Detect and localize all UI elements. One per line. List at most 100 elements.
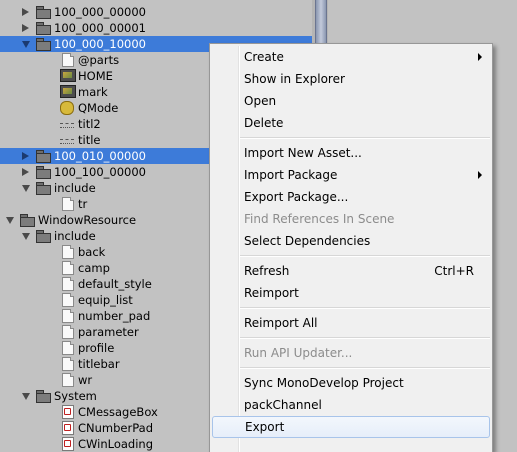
expand-arrow-icon[interactable] xyxy=(22,41,30,48)
file-icon xyxy=(62,261,74,275)
menu-item-export-package[interactable]: Export Package... xyxy=(212,186,490,208)
menu-item-label: Delete xyxy=(244,116,284,130)
folder-icon xyxy=(36,165,51,179)
script-icon xyxy=(62,437,74,451)
tree-item-label: include xyxy=(54,181,96,195)
tree-item-label: HOME xyxy=(78,69,113,83)
tree-item[interactable]: 100_000_00000 xyxy=(0,4,312,20)
tree-item[interactable]: 100_000_00001 xyxy=(0,20,312,36)
script-icon xyxy=(62,421,74,435)
tree-item-label: WindowResource xyxy=(38,213,137,227)
folder-icon xyxy=(36,37,51,51)
tree-item-label: camp xyxy=(78,261,110,275)
tree-item-label: back xyxy=(78,245,106,259)
menu-item-label: Reimport All xyxy=(244,316,318,330)
tree-item-label: titlebar xyxy=(78,357,120,371)
menu-separator xyxy=(240,337,490,339)
tree-item-label: 100_000_00001 xyxy=(54,21,146,35)
file-icon xyxy=(62,197,74,211)
menu-item-reimport-all[interactable]: Reimport All xyxy=(212,312,490,334)
menu-separator xyxy=(240,137,490,139)
collapse-arrow-icon[interactable] xyxy=(22,152,29,160)
tree-item-label: 100_000_00000 xyxy=(54,5,146,19)
tree-item-label: mark xyxy=(78,85,108,99)
menu-item-delete[interactable]: Delete xyxy=(212,112,490,134)
collapse-arrow-icon[interactable] xyxy=(22,8,29,16)
tree-item-label: 100_010_00000 xyxy=(54,149,146,163)
folder-icon xyxy=(36,21,51,35)
image-icon xyxy=(60,85,76,98)
menu-item-show-in-explorer[interactable]: Show in Explorer xyxy=(212,68,490,90)
tree-item-label: number_pad xyxy=(78,309,151,323)
tree-item-label: @parts xyxy=(78,53,120,67)
file-icon xyxy=(62,357,74,371)
tree-item-label: titl2 xyxy=(78,117,101,131)
file-icon xyxy=(62,341,74,355)
menu-item-run-api-updater: Run API Updater... xyxy=(212,342,490,364)
tree-item-label: title xyxy=(78,133,101,147)
tree-item-label: parameter xyxy=(78,325,139,339)
tree-item-label: tr xyxy=(78,197,88,211)
folder-icon xyxy=(36,181,51,195)
menu-item-label: packChannel xyxy=(244,398,322,412)
tree-item-label: 100_100_00000 xyxy=(54,165,146,179)
collapse-arrow-icon[interactable] xyxy=(22,24,29,32)
menu-item-import-package[interactable]: Import Package xyxy=(212,164,490,186)
expand-arrow-icon[interactable] xyxy=(22,185,30,192)
tree-item-label: 100_000_10000 xyxy=(54,37,146,51)
menu-item-label: Sync MonoDevelop Project xyxy=(244,376,404,390)
menu-item-sync-monodevelop[interactable]: Sync MonoDevelop Project xyxy=(212,372,490,394)
menu-item-label: Run API Updater... xyxy=(244,346,353,360)
tree-item-label: QMode xyxy=(78,101,119,115)
menu-item-label: Reimport xyxy=(244,286,299,300)
expand-arrow-icon[interactable] xyxy=(22,233,30,240)
script-icon xyxy=(62,405,74,419)
tree-item-label: CMessageBox xyxy=(78,405,158,419)
tree-item-label: equip_list xyxy=(78,293,133,307)
menu-item-create[interactable]: Create xyxy=(212,46,490,68)
menu-item-label: Import New Asset... xyxy=(244,146,362,160)
folder-icon xyxy=(20,213,35,227)
folder-icon xyxy=(36,229,51,243)
file-icon xyxy=(62,245,74,259)
menu-item-import-new-asset[interactable]: Import New Asset... xyxy=(212,142,490,164)
menu-item-label: Open xyxy=(244,94,277,108)
tree-item-label: CWinLoading xyxy=(78,437,154,451)
menu-item-label: Export xyxy=(245,420,285,434)
tree-item-label: profile xyxy=(78,341,115,355)
tree-item-label: default_style xyxy=(78,277,152,291)
file-icon xyxy=(62,277,74,291)
menu-item-find-references: Find References In Scene xyxy=(212,208,490,230)
expand-arrow-icon[interactable] xyxy=(6,217,14,224)
submenu-arrow-icon xyxy=(478,171,482,179)
submenu-arrow-icon xyxy=(478,53,482,61)
menu-item-select-dependencies[interactable]: Select Dependencies xyxy=(212,230,490,252)
folder-icon xyxy=(36,5,51,19)
tree-item-label: CNumberPad xyxy=(78,421,153,435)
menu-item-reimport[interactable]: Reimport xyxy=(212,282,490,304)
coin-icon xyxy=(60,101,74,115)
menu-item-refresh[interactable]: Refresh Ctrl+R xyxy=(212,260,490,282)
tree-item-label: System xyxy=(54,389,97,403)
menu-item-export[interactable]: Export xyxy=(212,416,490,438)
collapse-arrow-icon[interactable] xyxy=(22,168,29,176)
menu-item-open[interactable]: Open xyxy=(212,90,490,112)
menu-item-label: Find References In Scene xyxy=(244,212,395,226)
line-icon xyxy=(60,123,74,128)
file-icon xyxy=(62,309,74,323)
menu-separator xyxy=(240,307,490,309)
file-icon xyxy=(62,325,74,339)
menu-item-label: Select Dependencies xyxy=(244,234,371,248)
tree-item-label: wr xyxy=(78,373,93,387)
line-icon xyxy=(60,139,74,144)
menu-separator xyxy=(240,255,490,257)
expand-arrow-icon[interactable] xyxy=(22,393,30,400)
menu-item-packchannel[interactable]: packChannel xyxy=(212,394,490,416)
folder-icon xyxy=(36,149,51,163)
context-menu: Create Show in Explorer Open Delete Import N… xyxy=(209,43,493,452)
menu-item-label: Show in Explorer xyxy=(244,72,345,86)
file-icon xyxy=(62,293,74,307)
menu-item-label: Refresh xyxy=(244,264,290,278)
menu-item-label: Import Package xyxy=(244,168,338,182)
menu-separator xyxy=(240,367,490,369)
